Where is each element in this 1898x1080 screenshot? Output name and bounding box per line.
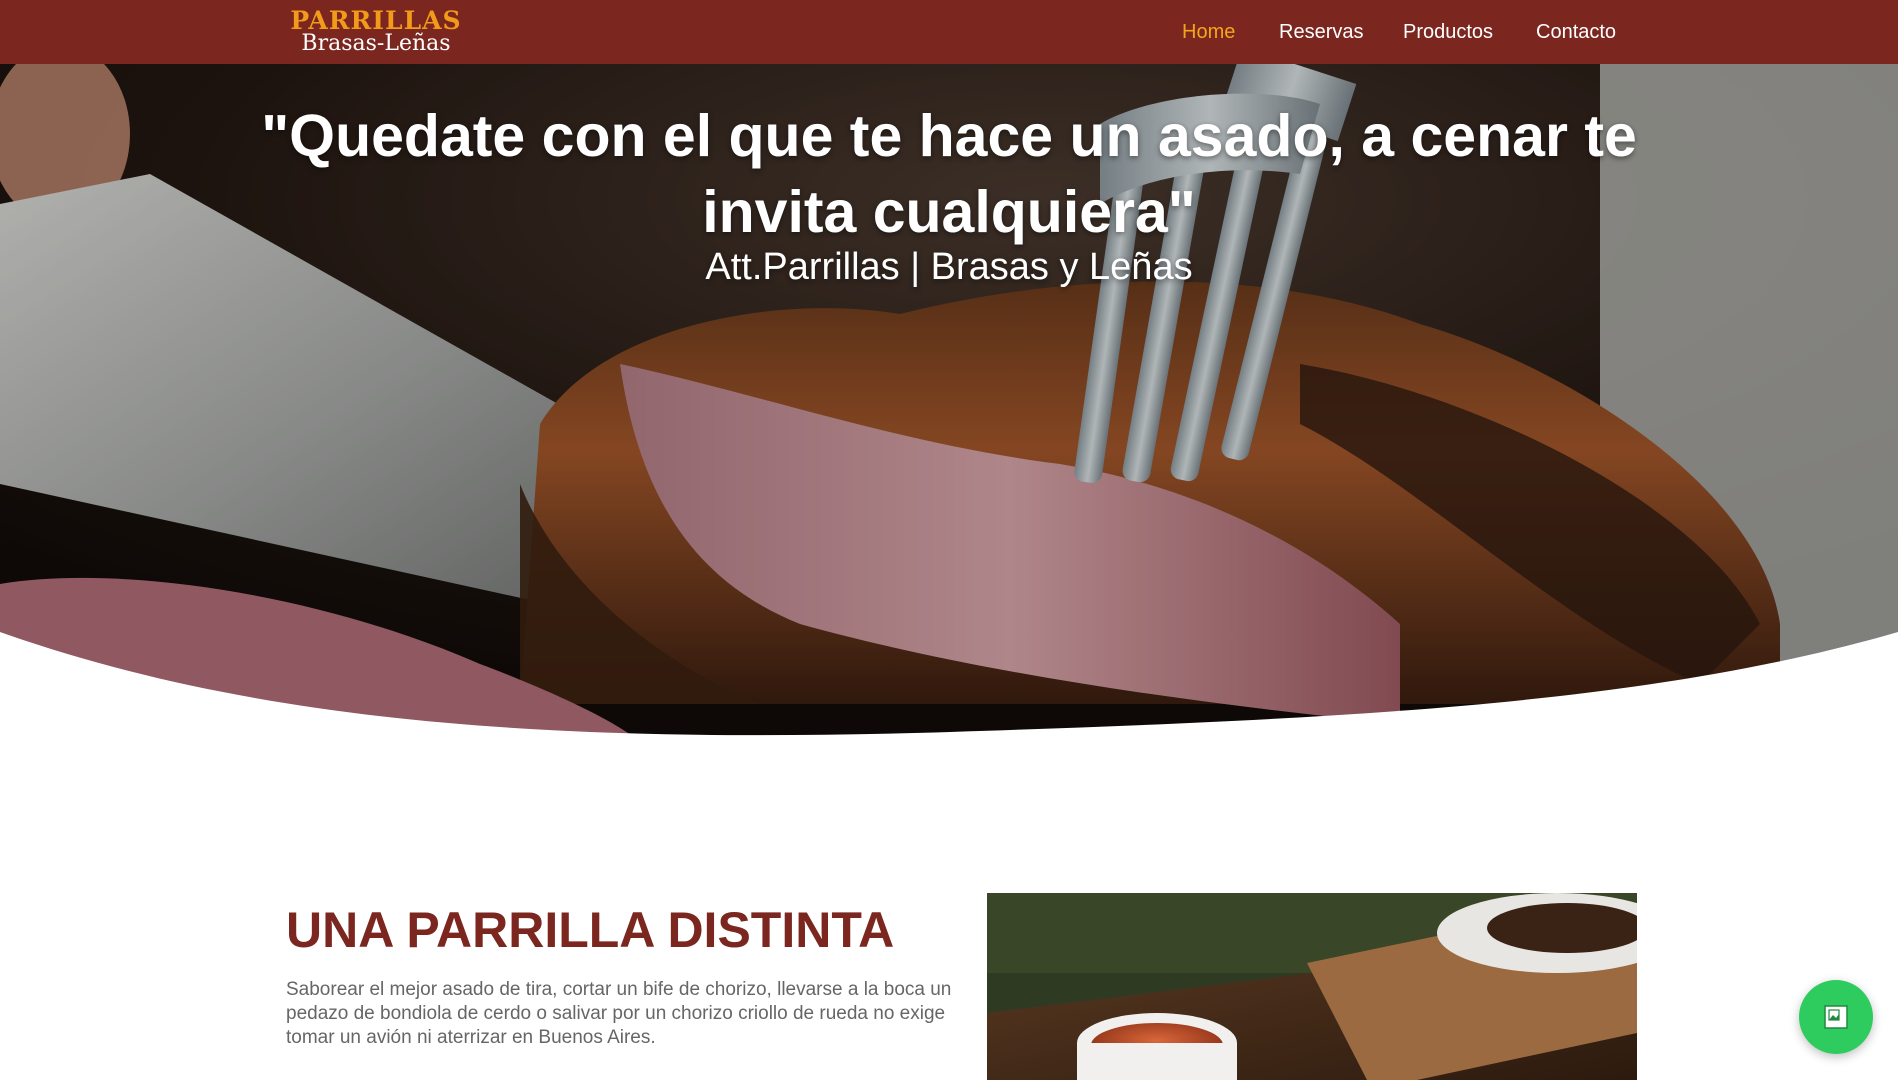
grill-food-photo [987,893,1637,1080]
nav-reservas-link[interactable]: Reservas [1279,20,1363,44]
section-title: UNA PARRILLA DISTINTA [286,902,895,958]
site-header: PARRILLAS Brasas-Leñas Home Reservas Pro… [0,0,1898,64]
hero-quote: "Quedate con el que te hace un asado, a … [261,103,1637,245]
hero-signature: Att.Parrillas | Brasas y Leñas [705,246,1193,288]
image-placeholder-icon [1824,1005,1848,1029]
nav-contacto-link[interactable]: Contacto [1536,20,1616,44]
floating-action-button[interactable] [1799,980,1873,1054]
nav-productos-link[interactable]: Productos [1403,20,1493,44]
hero-banner: "Quedate con el que te hace un asado, a … [0,64,1898,742]
brand-logo-bottom: Brasas-Leñas [301,31,451,56]
brand-logo[interactable]: PARRILLAS Brasas-Leñas [276,8,476,58]
about-paragraph: Saborear el mejor asado de tira, cortar … [286,979,952,1048]
nav-home-link[interactable]: Home [1182,20,1235,44]
